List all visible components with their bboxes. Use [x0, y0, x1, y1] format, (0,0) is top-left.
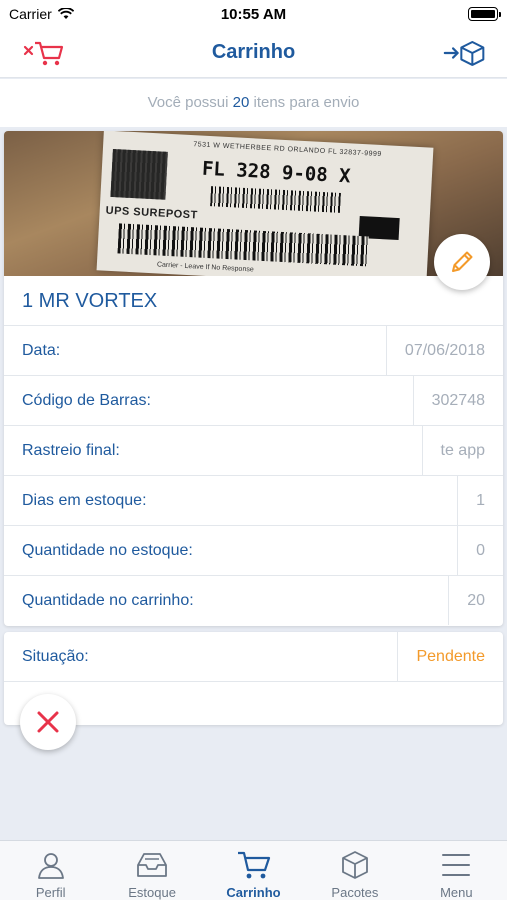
status-value: Pendente	[397, 632, 503, 681]
field-label: Quantidade no carrinho:	[22, 592, 194, 609]
tab-estoque[interactable]: Estoque	[101, 841, 202, 900]
item-photo[interactable]: 7531 W WETHERBEE RD ORLANDO FL 32837-999…	[4, 131, 503, 276]
menu-icon	[442, 854, 471, 876]
field-value: 07/06/2018	[385, 326, 503, 375]
label-route-code: FL 328 9-08 X	[201, 157, 352, 188]
field-value: te app	[421, 426, 503, 475]
cart-icon	[237, 851, 270, 879]
remove-item-button[interactable]	[20, 694, 76, 750]
tab-label: Menu	[440, 885, 473, 900]
person-icon	[37, 853, 64, 879]
item-title: 1 MR VORTEX	[4, 276, 503, 326]
tab-label: Estoque	[128, 885, 176, 900]
cart-summary: Você possui 20 itens para envio	[0, 79, 507, 127]
navigation-bar: Carrinho	[0, 28, 507, 78]
tab-menu[interactable]: Menu	[406, 841, 507, 900]
send-package-button[interactable]	[443, 36, 487, 70]
inbox-icon	[137, 853, 168, 877]
tab-bar: Perfil Estoque Carrinho Pacotes Menu	[0, 840, 507, 900]
shipping-label-image: 7531 W WETHERBEE RD ORLANDO FL 32837-999…	[96, 131, 434, 276]
field-row-date: Data: 07/06/2018	[4, 326, 503, 376]
label-barcode-large	[117, 223, 369, 267]
field-value: 1	[457, 476, 503, 525]
field-label: Data:	[22, 342, 61, 359]
field-row-stock-quantity: Quantidade no estoque: 0	[4, 526, 503, 576]
field-label: Código de Barras:	[22, 392, 151, 409]
field-value: 20	[448, 576, 503, 625]
battery-icon	[468, 7, 501, 21]
cart-summary-suffix: itens para envio	[253, 94, 360, 111]
cart-summary-prefix: Você possui	[147, 94, 229, 111]
clock: 10:55 AM	[220, 6, 287, 23]
field-row-cart-quantity: Quantidade no carrinho: 20	[4, 576, 503, 626]
label-service: UPS SUREPOST	[105, 204, 199, 222]
edit-item-button[interactable]	[434, 234, 490, 290]
page-title: Carrinho	[211, 41, 296, 63]
field-value: 302748	[412, 376, 503, 425]
field-row-tracking: Rastreio final: te app	[4, 426, 503, 476]
box-icon	[342, 851, 368, 879]
label-qr-code	[110, 148, 168, 200]
label-barcode-small	[210, 186, 341, 213]
label-address-text: 7531 W WETHERBEE RD ORLANDO FL 32837-999…	[193, 141, 382, 159]
status-card: Situação: Pendente	[4, 632, 503, 725]
field-label: Quantidade no estoque:	[22, 542, 193, 559]
close-icon	[37, 711, 59, 733]
tab-label: Carrinho	[226, 885, 281, 900]
pencil-icon	[452, 251, 473, 272]
tab-carrinho[interactable]: Carrinho	[203, 841, 304, 900]
status-bar: Carrier 10:55 AM	[0, 0, 507, 28]
status-label: Situação:	[22, 648, 89, 665]
field-row-days-in-stock: Dias em estoque: 1	[4, 476, 503, 526]
cart-item-count: 20	[232, 94, 250, 111]
send-package-icon	[443, 40, 485, 66]
cart-item-card: 7531 W WETHERBEE RD ORLANDO FL 32837-999…	[4, 131, 503, 626]
field-value: 0	[457, 526, 503, 575]
field-label: Rastreio final:	[22, 442, 120, 459]
tab-label: Perfil	[35, 885, 66, 900]
tab-label: Pacotes	[331, 885, 379, 900]
field-row-status: Situação: Pendente	[4, 632, 503, 682]
tab-pacotes[interactable]: Pacotes	[304, 841, 405, 900]
field-label: Dias em estoque:	[22, 492, 147, 509]
label-note: Carrier - Leave If No Response	[156, 261, 254, 274]
tab-perfil[interactable]: Perfil	[0, 841, 101, 900]
field-row-barcode: Código de Barras: 302748	[4, 376, 503, 426]
